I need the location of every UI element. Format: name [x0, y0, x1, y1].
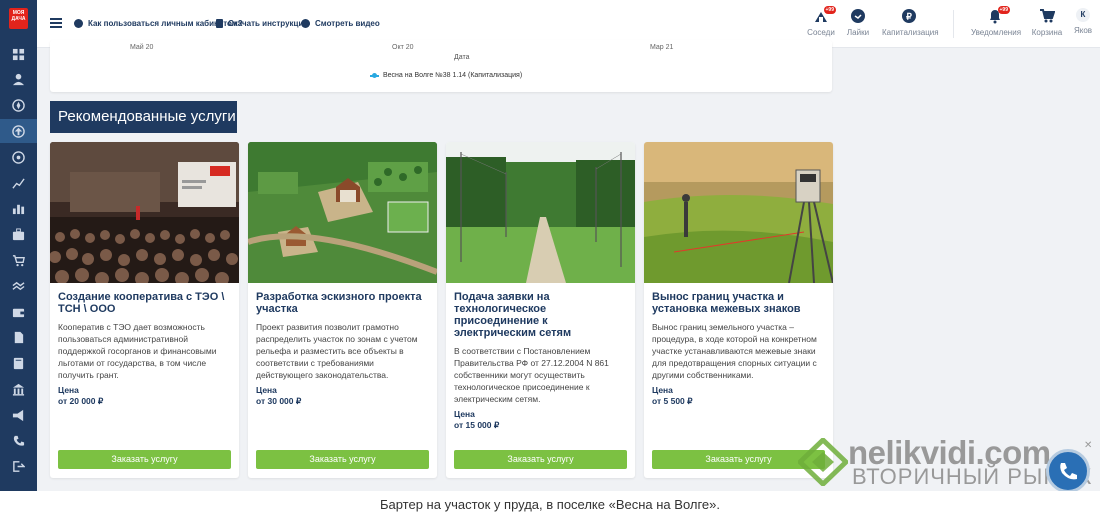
card-title: Подача заявки на технологическое присоед…	[454, 291, 572, 339]
section-title: Рекомендованные услуги	[50, 101, 237, 133]
x-axis-label: Дата	[454, 54, 470, 61]
sidebar-item-logout[interactable]	[0, 455, 37, 479]
chat-widget-button[interactable]	[1046, 449, 1090, 493]
sidebar-item-user[interactable]	[0, 68, 37, 92]
order-service-button[interactable]: Заказать услугу	[454, 450, 627, 469]
sidebar-item-compass[interactable]	[0, 94, 37, 118]
compass-icon	[12, 99, 25, 112]
sidebar-item-home-upload[interactable]	[0, 119, 37, 144]
line-chart-icon	[12, 177, 25, 189]
card-description: Кооператив с ТЭО дает возможность пользо…	[58, 322, 217, 380]
sidebar-item-megaphone[interactable]	[0, 403, 37, 427]
price-label: Цена	[454, 409, 475, 419]
document-icon	[216, 19, 223, 28]
order-service-button[interactable]: Заказать услугу	[256, 450, 429, 469]
wallet-icon	[12, 308, 25, 317]
power-line-image	[446, 142, 635, 283]
close-icon[interactable]: ✕	[1084, 440, 1092, 451]
price-label: Цена	[58, 385, 79, 395]
nav-notifications[interactable]: +99 Уведомления	[971, 6, 1021, 37]
avatar: К	[1076, 8, 1090, 22]
handshake-icon	[12, 281, 25, 290]
nav-cart[interactable]: Корзина	[1031, 8, 1063, 37]
card-title: Вынос границ участка и установка межевых…	[652, 291, 801, 315]
watermark-logo-icon	[798, 438, 848, 486]
sidebar-item-document[interactable]	[0, 326, 37, 350]
document-icon	[14, 332, 24, 344]
cart-icon	[1040, 9, 1056, 23]
price-value: от 30 000 ₽	[256, 396, 302, 406]
megaphone-icon	[12, 409, 24, 421]
menu-icon[interactable]	[50, 18, 62, 30]
capitalization-chart: Май 20 Окт 20 Мар 21 Дата Весна на Волге…	[50, 40, 832, 92]
x-tick: Окт 20	[392, 44, 414, 51]
sidebar-item-briefcase[interactable]	[0, 223, 37, 247]
phone-icon	[1060, 463, 1077, 480]
sidebar-item-wallet[interactable]	[0, 300, 37, 324]
sidebar-item-handshake[interactable]	[0, 274, 37, 298]
app-logo[interactable]: МОЯ ДАЧА	[9, 8, 28, 29]
card-description: В соответствии с Постановлением Правител…	[454, 346, 609, 404]
sidebar-item-line-chart[interactable]	[0, 171, 37, 195]
bar-chart-icon	[12, 205, 25, 215]
user-icon	[12, 74, 25, 86]
price-label: Цена	[652, 385, 673, 395]
header-divider	[953, 10, 954, 38]
site-plan-image	[248, 142, 437, 283]
dashboard-icon	[12, 48, 25, 60]
nav-neighbors[interactable]: +99 Соседи	[805, 6, 837, 37]
play-icon	[301, 19, 310, 28]
logout-icon	[13, 461, 25, 473]
surveying-image	[644, 142, 833, 283]
price-value: от 5 500 ₽	[652, 396, 693, 406]
image-caption: Бартер на участок у пруда, в поселке «Ве…	[0, 491, 1100, 519]
phone-icon	[13, 435, 25, 446]
card-description: Вынос границ земельного участка – процед…	[652, 322, 817, 380]
x-tick: Май 20	[130, 44, 154, 51]
notifications-badge: +99	[997, 6, 1010, 14]
question-icon	[74, 19, 83, 28]
sidebar-item-target[interactable]	[0, 145, 37, 169]
sidebar-item-cart[interactable]	[0, 248, 37, 272]
chart-legend[interactable]: Весна на Волге №38 1.14 (Капитализация)	[370, 72, 522, 79]
briefcase-icon	[12, 228, 25, 241]
service-card: Разработка эскизного проекта участка Про…	[248, 142, 437, 478]
price-value: от 15 000 ₽	[454, 420, 500, 430]
target-icon	[12, 150, 25, 164]
svg-text:₽: ₽	[906, 12, 912, 22]
building-icon	[12, 383, 25, 396]
sidebar-item-bar-chart[interactable]	[0, 197, 37, 221]
price-value: от 20 000 ₽	[58, 396, 104, 406]
cart-icon	[12, 255, 25, 267]
card-title: Разработка эскизного проекта участка	[256, 291, 422, 315]
sidebar-item-building[interactable]	[0, 377, 37, 401]
legend-swatch	[370, 72, 379, 78]
nav-profile[interactable]: К Яков	[1072, 8, 1094, 35]
conference-image	[50, 142, 239, 283]
card-title: Создание кооператива с ТЭО \ ТСН \ ООО	[58, 291, 225, 315]
sidebar: МОЯ ДАЧА	[0, 0, 37, 491]
home-upload-icon	[12, 125, 25, 138]
service-card: Подача заявки на технологическое присоед…	[446, 142, 635, 478]
card-description: Проект развития позволит грамотно распре…	[256, 322, 418, 380]
watch-video-link[interactable]: Смотреть видео	[301, 19, 380, 28]
sidebar-item-phone[interactable]	[0, 429, 37, 453]
capitalization-icon: ₽	[902, 9, 916, 23]
price-label: Цена	[256, 385, 277, 395]
nav-capitalization[interactable]: ₽ Капитализация	[882, 8, 939, 37]
order-service-button[interactable]: Заказать услугу	[58, 450, 231, 469]
neighbors-badge: +99	[823, 6, 836, 14]
likes-icon	[851, 9, 865, 23]
sidebar-item-dashboard[interactable]	[0, 42, 37, 66]
x-tick: Мар 21	[650, 44, 674, 51]
service-card: Вынос границ участка и установка межевых…	[644, 142, 833, 478]
download-instruction-link[interactable]: Скачать инструкцию	[216, 19, 310, 28]
service-card: Создание кооператива с ТЭО \ ТСН \ ООО К…	[50, 142, 239, 478]
sidebar-item-book[interactable]	[0, 352, 37, 376]
nav-likes[interactable]: Лайки	[845, 8, 871, 37]
book-icon	[13, 358, 24, 370]
